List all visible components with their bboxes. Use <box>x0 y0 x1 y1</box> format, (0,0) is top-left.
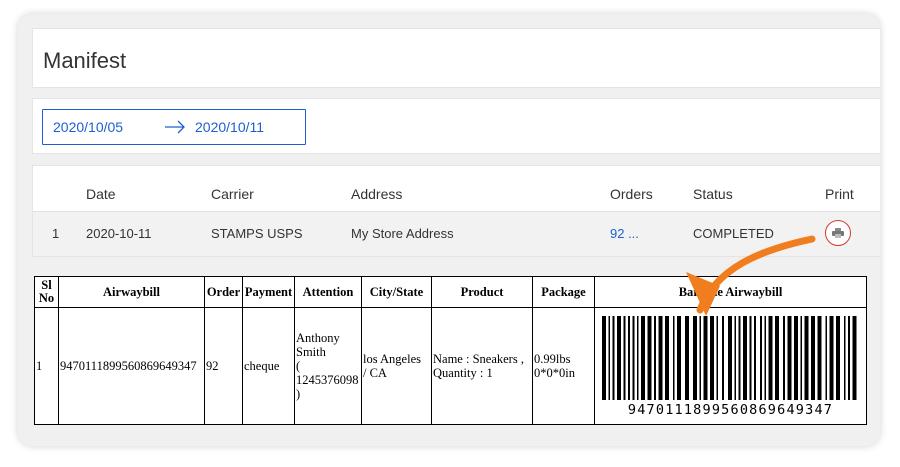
barcode-bar <box>677 316 681 400</box>
barcode-bar <box>608 316 610 400</box>
start-date-input[interactable]: 2020/10/05 <box>53 119 123 135</box>
barcode-bar <box>768 316 773 400</box>
end-date-input[interactable]: 2020/10/11 <box>195 119 264 135</box>
barcode-bar <box>658 316 663 400</box>
cell-sl-no: 1 <box>34 307 59 425</box>
header-sl-no: Sl No <box>34 276 59 308</box>
barcode-bar <box>738 316 741 400</box>
header-product: Product <box>431 276 533 308</box>
cell-product: Name : Sneakers , Quantity : 1 <box>431 307 533 425</box>
barcode-image <box>602 316 857 400</box>
printer-icon <box>832 228 844 238</box>
row-carrier: STAMPS USPS <box>211 226 303 241</box>
print-button[interactable] <box>825 220 851 246</box>
barcode-bar <box>710 316 714 400</box>
barcode-bar <box>632 316 635 400</box>
barcode-bar <box>764 316 766 400</box>
barcode-bar <box>716 316 718 400</box>
barcode-bar <box>743 316 747 400</box>
header-barcode: Barcode Airwaybill <box>594 276 867 308</box>
barcode-bar <box>817 316 822 400</box>
barcode-bar <box>617 316 621 400</box>
date-range-picker[interactable]: 2020/10/05 2020/10/11 <box>42 109 306 145</box>
barcode-bar <box>673 316 675 400</box>
barcode-bar <box>836 316 840 400</box>
cell-city-state: los Angeles / CA <box>361 307 432 425</box>
barcode-bar <box>783 316 785 400</box>
barcode-bar <box>665 316 669 400</box>
barcode-bar <box>811 316 815 400</box>
barcode-bar <box>685 316 689 400</box>
barcode-bar <box>623 316 626 400</box>
barcode-bar <box>734 316 736 400</box>
cell-order: 92 <box>204 307 243 425</box>
barcode-bar <box>844 316 846 400</box>
column-header-print: Print <box>825 186 854 202</box>
column-header-address: Address <box>351 186 403 202</box>
status-text: COMPLETED <box>693 226 774 241</box>
column-header-date: Date <box>86 186 116 202</box>
title-panel: Manifest <box>32 28 880 88</box>
cell-attention: Anthony Smith ( 1245376098 ) <box>294 307 362 425</box>
barcode-bar <box>800 316 802 400</box>
barcode-bar <box>825 316 827 400</box>
header-airwaybill: Airwaybill <box>58 276 205 308</box>
barcode-bar <box>760 316 762 400</box>
barcode-bar <box>852 316 857 400</box>
barcode-number: 9470111899560869649347 <box>627 402 834 418</box>
barcode-bar <box>693 316 697 400</box>
column-header-orders: Orders <box>610 186 653 202</box>
row-address: My Store Address <box>351 226 454 241</box>
header-city-state: City/State <box>361 276 432 308</box>
barcode-bar <box>641 316 645 400</box>
orders-link[interactable]: 92 ... <box>610 226 639 241</box>
right-arrow-icon <box>164 114 186 138</box>
barcode-bar <box>703 316 708 400</box>
barcode-bar <box>722 316 724 400</box>
date-filter-panel: 2020/10/05 2020/10/11 <box>32 98 880 154</box>
barcode-bar <box>637 316 639 400</box>
column-header-status: Status <box>693 186 733 202</box>
cell-barcode: 9470111899560869649347 <box>594 307 867 425</box>
barcode-bar <box>647 316 652 400</box>
barcode-bar <box>829 316 834 400</box>
header-package: Package <box>532 276 595 308</box>
barcode-bar <box>794 316 798 400</box>
barcode-bar <box>787 316 792 400</box>
barcode-bar <box>749 316 752 400</box>
barcode-bar <box>699 316 701 400</box>
barcode-bar <box>848 316 850 400</box>
barcode-bar <box>775 316 779 400</box>
barcode-bar <box>654 316 656 400</box>
page-title: Manifest <box>43 48 127 73</box>
manifest-list: Date Carrier Address Orders Status Print… <box>32 165 880 257</box>
barcode-bar <box>804 316 809 400</box>
cell-payment: cheque <box>242 307 295 425</box>
header-order: Order <box>204 276 243 308</box>
manifest-print-table: Sl No Airwaybill Order Payment Attention … <box>34 276 867 425</box>
header-attention: Attention <box>294 276 362 308</box>
barcode-bar <box>728 316 732 400</box>
table-row[interactable]: 1 2020-10-11 STAMPS USPS My Store Addres… <box>33 211 880 256</box>
barcode-bar <box>754 316 756 400</box>
header-payment: Payment <box>242 276 295 308</box>
cell-airwaybill: 9470111899560869649347 <box>58 307 205 425</box>
barcode-bar <box>602 316 606 400</box>
cell-package: 0.99lbs 0*0*0in <box>532 307 595 425</box>
table-row: 1 9470111899560869649347 92 cheque Antho… <box>34 307 867 425</box>
row-date: 2020-10-11 <box>86 226 152 241</box>
barcode-bar <box>612 316 615 400</box>
barcode-bar <box>628 316 630 400</box>
row-index: 1 <box>52 226 60 241</box>
column-header-carrier: Carrier <box>211 186 254 202</box>
